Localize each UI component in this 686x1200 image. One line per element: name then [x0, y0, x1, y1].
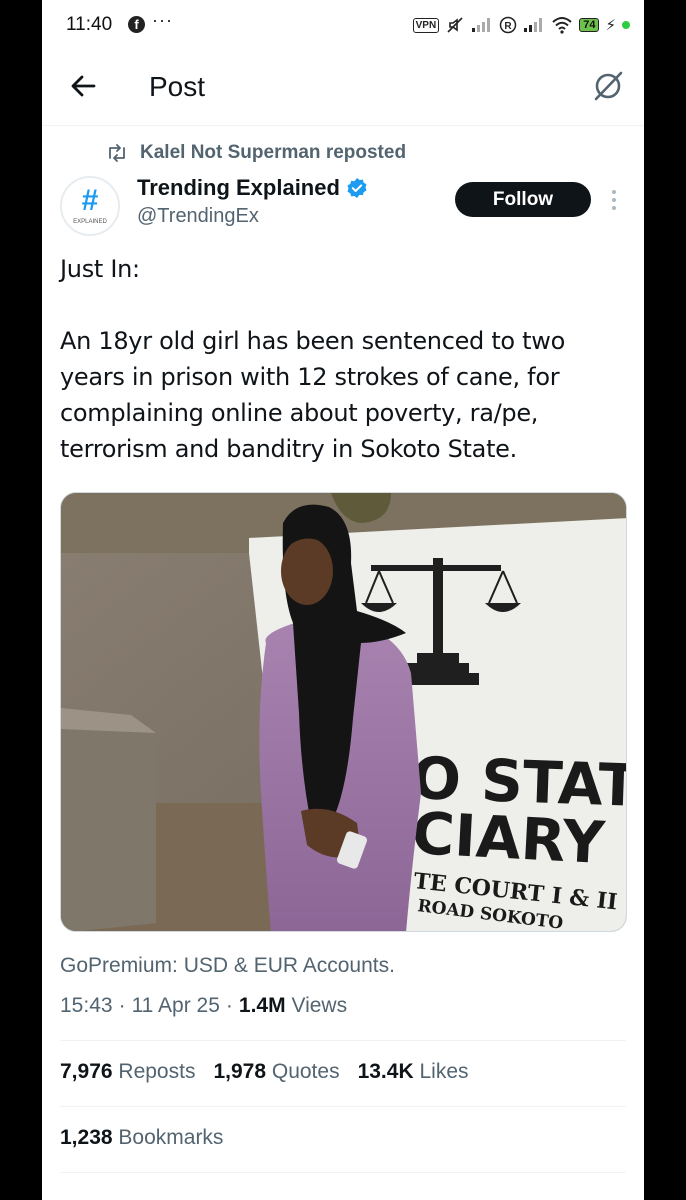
status-bar: 11:40 f ··· VPN R 74 ⚡ [42, 0, 644, 50]
back-button[interactable] [66, 68, 102, 104]
avatar[interactable]: # EXPLAINED [60, 176, 120, 236]
vpn-badge: VPN [412, 17, 440, 33]
post-timestamp[interactable]: 15:43 · 11 Apr 25 · 1.4M Views [60, 994, 347, 1018]
repost-context[interactable]: Kalel Not Superman reposted [106, 141, 406, 165]
quotes-count: 1,978 [213, 1060, 267, 1083]
likes-count: 13.4K [357, 1060, 414, 1083]
signal-icon-2 [524, 18, 543, 32]
facebook-icon: f [128, 16, 145, 33]
post-paragraph: An 18yr old girl has been sentenced to t… [60, 327, 565, 463]
grok-button[interactable] [590, 68, 626, 104]
views-count: 1.4M [238, 994, 286, 1017]
wifi-icon [552, 17, 572, 34]
post-image[interactable]: O STATE CIARY TE COURT I & II ROAD SOKOT… [60, 492, 627, 932]
views-label: Views [291, 994, 348, 1017]
roaming-icon: R [499, 16, 517, 34]
grok-icon [594, 71, 623, 101]
repost-icon [109, 144, 125, 162]
more-vertical-icon [612, 190, 616, 210]
verified-badge-icon [347, 178, 367, 198]
bookmarks-count: 1,238 [60, 1126, 113, 1149]
divider [60, 1106, 626, 1107]
page-title: Post [149, 71, 206, 102]
bookmarks-label: Bookmarks [118, 1126, 224, 1149]
status-time: 11:40 [66, 14, 113, 35]
reposts-label: Reposts [118, 1060, 196, 1083]
post-date: 11 Apr 25 [131, 994, 220, 1017]
avatar-caption: EXPLAINED [73, 219, 107, 225]
quotes-label: Quotes [271, 1060, 340, 1083]
more-options-button[interactable] [604, 187, 624, 213]
app-frame: 11:40 f ··· VPN R 74 ⚡ Post Kalel Not Su… [42, 0, 644, 1200]
post-time: 15:43 [60, 994, 113, 1017]
divider [60, 1172, 626, 1173]
post-header: Post [42, 54, 644, 126]
author-handle[interactable]: @TrendingEx [137, 205, 259, 228]
post-paragraph: Just In: [60, 255, 140, 283]
post-text: Just In: An 18yr old girl has been sente… [60, 251, 630, 503]
views-count-wrap: 1.4M Views [239, 994, 347, 1018]
hashtag-logo: # EXPLAINED [62, 178, 118, 234]
battery-icon: 74 [579, 18, 600, 32]
reposts-count: 7,976 [60, 1060, 113, 1083]
quotes-stat[interactable]: 1,978 Quotes [213, 1060, 339, 1084]
follow-button[interactable]: Follow [455, 182, 591, 217]
mute-icon [447, 17, 463, 33]
active-dot-icon [622, 21, 630, 29]
reposts-stat[interactable]: 7,976 Reposts [60, 1060, 195, 1084]
likes-label: Likes [419, 1060, 469, 1083]
more-notifications-indicator: ··· [152, 10, 173, 30]
arrow-left-icon [71, 75, 96, 97]
likes-stat[interactable]: 13.4K Likes [358, 1060, 469, 1084]
author-name-row[interactable]: Trending Explained [137, 175, 368, 201]
svg-text:R: R [505, 21, 513, 32]
svg-text:#: # [82, 184, 99, 217]
bookmarks-stat[interactable]: 1,238 Bookmarks [60, 1126, 223, 1150]
charging-icon: ⚡ [605, 17, 616, 34]
status-icons: VPN R 74 ⚡ [412, 13, 630, 37]
engagement-stats: 7,976 Reposts 1,978 Quotes 13.4K Likes [60, 1060, 469, 1084]
sign-text-line2: CIARY [410, 799, 607, 877]
separator: · [225, 994, 233, 1017]
promo-text: GoPremium: USD & EUR Accounts. [60, 954, 395, 977]
divider [60, 1040, 626, 1041]
separator: · [118, 994, 126, 1017]
repost-label: Kalel Not Superman reposted [140, 142, 407, 163]
author-name: Trending Explained [137, 175, 340, 200]
photo-scene: O STATE CIARY TE COURT I & II ROAD SOKOT… [61, 493, 626, 931]
signal-icon [472, 18, 491, 32]
